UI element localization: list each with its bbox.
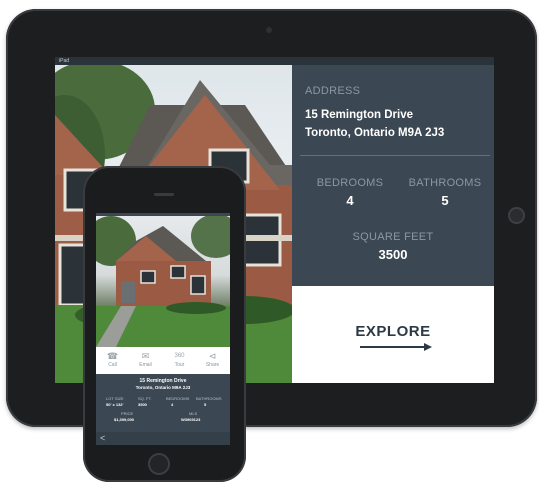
- phone-address-line-1: 15 Remington Drive: [139, 378, 187, 384]
- bathrooms-value: 5: [441, 193, 449, 208]
- square-feet-label: SQUARE FEET: [352, 231, 434, 243]
- square-feet-value: 3500: [378, 247, 408, 262]
- phone-bottom-bar: <: [96, 432, 230, 445]
- call-label: Call: [108, 362, 117, 368]
- price-label: PRICE: [121, 411, 134, 416]
- share-icon: ⊲: [208, 351, 217, 361]
- phone-bathrooms-value: 5: [204, 402, 207, 407]
- mls-label: MLS: [189, 411, 198, 416]
- arrow-right-icon: [360, 343, 432, 351]
- back-icon[interactable]: <: [100, 432, 105, 445]
- price-value: $1,399,000: [114, 417, 135, 422]
- share-label: Share: [205, 362, 220, 368]
- sqft-value: 3500: [138, 402, 147, 407]
- bedrooms-label: BEDROOMS: [316, 177, 384, 189]
- bathrooms-label: BATHROOMS: [408, 177, 482, 189]
- phone-action-bar: ☎ Call ✉ Email 360 Tour ⊲ Share: [96, 347, 230, 374]
- ipad-status-bar: iPad: [55, 57, 494, 65]
- tour-label: Tour: [174, 362, 185, 368]
- phone-speaker: [154, 193, 174, 196]
- explore-label: EXPLORE: [355, 323, 431, 340]
- ipad-home-button[interactable]: [508, 207, 525, 224]
- lot-size-label: LOT SIZE: [106, 396, 124, 401]
- phone-icon: ☎: [106, 351, 119, 361]
- sqft-label: SQ. FT.: [138, 396, 152, 401]
- tour-action[interactable]: 360 Tour: [163, 350, 196, 368]
- email-label: Email: [139, 362, 152, 368]
- bedrooms-value: 4: [346, 193, 354, 208]
- ipad-camera: [266, 27, 272, 33]
- property-info-panel: ADDRESS 15 Remington Drive Toronto, Onta…: [292, 65, 494, 286]
- address-label: ADDRESS: [305, 85, 361, 97]
- status-device-name: iPad: [59, 58, 70, 64]
- phone-bedrooms-value: 4: [171, 402, 174, 407]
- address-line-2: Toronto, Ontario M9A 2J3: [305, 127, 445, 139]
- phone-address-line-2: Toronto, Ontario M9A 2J3: [135, 385, 191, 390]
- phone-bedrooms-label: BEDROOMS: [166, 396, 190, 401]
- phone-house-photo: [96, 216, 230, 347]
- 360-tour-icon: 360: [174, 353, 185, 359]
- phone-bathrooms-label: BATHROOMS: [196, 396, 222, 401]
- lot-size-value: 50' x 132': [106, 402, 124, 407]
- mail-icon: ✉: [141, 351, 150, 361]
- phone-screen: ☎ Call ✉ Email 360 Tour ⊲ Share 15 Remington…: [96, 213, 230, 445]
- share-action[interactable]: ⊲ Share: [196, 350, 229, 368]
- divider: [300, 155, 490, 156]
- mls-value: W3969123: [181, 417, 201, 422]
- phone-home-button[interactable]: [148, 453, 170, 475]
- explore-button[interactable]: EXPLORE: [292, 286, 494, 383]
- phone-house-illustration: [96, 216, 230, 347]
- email-action[interactable]: ✉ Email: [129, 350, 162, 368]
- address-line-1: 15 Remington Drive: [305, 109, 413, 121]
- call-action[interactable]: ☎ Call: [96, 350, 129, 368]
